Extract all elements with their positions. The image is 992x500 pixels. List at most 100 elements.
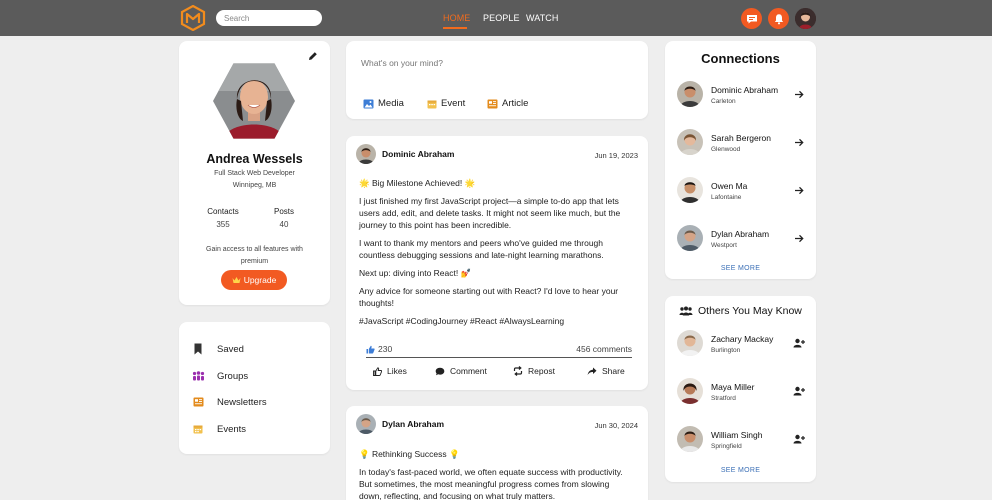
- suggestion-item[interactable]: William Singh Springfield: [677, 426, 805, 454]
- suggestion-item[interactable]: Zachary Mackay Burlington: [677, 330, 805, 358]
- nav-home[interactable]: HOME: [443, 13, 470, 23]
- connection-location: Carleton: [711, 98, 736, 105]
- sidebar-item-events[interactable]: Events: [191, 421, 246, 437]
- article-button[interactable]: Article: [487, 98, 528, 109]
- edit-icon[interactable]: [308, 51, 318, 61]
- media-label: Media: [378, 98, 404, 109]
- profile-name: Andrea Wessels: [206, 152, 303, 166]
- stat-value-posts: 40: [279, 220, 289, 229]
- suggestion-location: Springfield: [711, 443, 742, 450]
- connection-item[interactable]: Dylan Abraham Westport: [677, 225, 805, 253]
- upgrade-label: Upgrade: [243, 275, 277, 285]
- post-paragraph: In today's fast-paced world, we often eq…: [359, 467, 623, 500]
- avatar: [677, 330, 703, 356]
- sidebar-menu: Saved Groups Newsletters Events: [179, 322, 330, 454]
- connection-name: Dominic Abraham: [711, 85, 779, 95]
- suggestion-item[interactable]: Maya Miller Stratford: [677, 378, 805, 406]
- premium-text: Gain access to all features with premium: [206, 246, 303, 265]
- post-body: 💡 Rethinking Success 💡 In today's fast-p…: [359, 448, 629, 500]
- post-stats: 230 456 comments: [366, 342, 632, 358]
- avatar[interactable]: [356, 144, 376, 164]
- avatar[interactable]: [356, 414, 376, 434]
- post-paragraph: Next up: diving into React! 💅: [359, 268, 472, 278]
- user-avatar[interactable]: [795, 8, 816, 29]
- share-icon: [587, 367, 597, 375]
- profile-photo: [213, 63, 295, 139]
- post-author[interactable]: Dylan Abraham: [382, 419, 444, 429]
- connection-item[interactable]: Owen Ma Lafontaine: [677, 177, 805, 205]
- newsletter-icon: [191, 395, 205, 409]
- add-user-icon[interactable]: [793, 433, 805, 445]
- nav-watch[interactable]: WATCH: [526, 13, 559, 23]
- post-hashtags[interactable]: #JavaScript #CodingJourney #React #Alway…: [359, 315, 629, 327]
- post-paragraph: 🌟 Big Milestone Achieved! 🌟: [359, 178, 476, 188]
- connection-location: Glenwood: [711, 146, 741, 153]
- sidebar-item-label: Saved: [217, 343, 244, 355]
- connection-name: Sarah Bergeron: [711, 133, 772, 143]
- add-user-icon[interactable]: [793, 385, 805, 397]
- connection-item[interactable]: Dominic Abraham Carleton: [677, 81, 805, 109]
- profile-title: Full Stack Web Developer: [214, 170, 295, 177]
- message-icon: [746, 14, 757, 23]
- sidebar-item-groups[interactable]: Groups: [191, 368, 248, 384]
- like-count[interactable]: 230: [366, 344, 392, 354]
- like-label: Likes: [387, 366, 407, 376]
- post-paragraph: I just finished my first JavaScript proj…: [359, 196, 621, 230]
- media-button[interactable]: Media: [363, 98, 404, 109]
- post-card: Dominic Abraham Jun 19, 2023 🌟 Big Miles…: [346, 136, 648, 390]
- comment-button[interactable]: Comment: [435, 366, 487, 376]
- repost-label: Repost: [528, 366, 555, 376]
- connections-see-more[interactable]: SEE MORE: [665, 265, 816, 272]
- arrow-right-icon[interactable]: [793, 184, 805, 196]
- repost-button[interactable]: Repost: [513, 366, 555, 376]
- thumbs-up-icon: [366, 345, 375, 353]
- profile-location: Winnipeg, MB: [232, 182, 277, 189]
- bell-icon: [774, 13, 783, 24]
- logo-icon[interactable]: [180, 5, 206, 31]
- messages-button[interactable]: [741, 8, 762, 29]
- nav-people[interactable]: PEOPLE: [483, 13, 520, 23]
- connection-item[interactable]: Sarah Bergeron Glenwood: [677, 129, 805, 157]
- connections-title: Connections: [701, 51, 780, 66]
- connection-name: Dylan Abraham: [711, 229, 770, 239]
- comment-count[interactable]: 456 comments: [576, 344, 632, 354]
- add-user-icon[interactable]: [793, 337, 805, 349]
- arrow-right-icon[interactable]: [793, 136, 805, 148]
- share-button[interactable]: Share: [587, 366, 625, 376]
- suggestion-location: Burlington: [711, 347, 741, 354]
- post-paragraph: 💡 Rethinking Success 💡: [359, 449, 460, 459]
- notifications-button[interactable]: [768, 8, 789, 29]
- post-date: Jun 30, 2024: [594, 421, 638, 430]
- stat-value-contacts: 355: [216, 220, 230, 229]
- avatar: [677, 225, 703, 251]
- sidebar-item-newsletters[interactable]: Newsletters: [191, 394, 267, 410]
- stat-label-posts: Posts: [273, 207, 294, 216]
- suggestions-card: Others You May Know Zachary Mackay Burli…: [665, 296, 816, 482]
- compose-input[interactable]: What's on your mind?: [361, 58, 443, 68]
- avatar: [677, 129, 703, 155]
- post-author[interactable]: Dominic Abraham: [382, 149, 454, 159]
- sidebar-item-saved[interactable]: Saved: [191, 341, 244, 357]
- stat-label-contacts: Contacts: [207, 207, 239, 216]
- profile-card: Andrea Wessels Full Stack Web Developer …: [179, 41, 330, 305]
- suggestions-see-more[interactable]: SEE MORE: [665, 467, 816, 474]
- event-button[interactable]: Event: [427, 98, 465, 109]
- arrow-right-icon[interactable]: [793, 232, 805, 244]
- bookmark-icon: [191, 342, 205, 356]
- calendar-icon: [427, 100, 437, 108]
- like-button[interactable]: Likes: [373, 366, 407, 376]
- nav-active-indicator: [443, 27, 467, 29]
- connection-name: Owen Ma: [711, 181, 748, 191]
- event-label: Event: [441, 98, 466, 109]
- image-icon: [363, 99, 374, 108]
- avatar: [677, 177, 703, 203]
- crown-icon: [232, 277, 241, 283]
- users-icon: [679, 306, 693, 316]
- upgrade-button[interactable]: Upgrade: [221, 270, 287, 290]
- suggestion-location: Stratford: [711, 395, 736, 402]
- suggestions-title-label: Others You May Know: [698, 305, 802, 317]
- share-label: Share: [602, 366, 625, 376]
- search-input[interactable]: [216, 10, 322, 26]
- arrow-right-icon[interactable]: [793, 88, 805, 100]
- groups-icon: [191, 369, 205, 383]
